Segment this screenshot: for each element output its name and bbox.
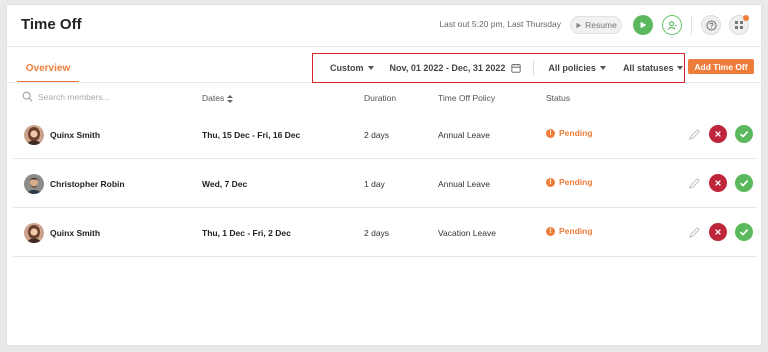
reject-button[interactable] [709,174,727,192]
statuses-label: All statuses [622,63,674,73]
status-badge: ! Pending [546,226,593,236]
status-badge: ! Pending [546,177,593,187]
time-off-policy: Vacation Leave [438,228,496,238]
date-range-label: Nov, 01 2022 - Dec, 31 2022 [389,63,506,73]
status-label: Pending [559,177,593,187]
avatar [24,125,44,145]
resume-label: Resume [585,20,617,30]
pencil-icon [688,226,700,238]
date-range-picker[interactable]: Nov, 01 2022 - Dec, 31 2022 [390,63,522,73]
chevron-down-icon [677,66,684,70]
page-title: Time Off [21,16,82,33]
time-off-dates: Thu, 1 Dec - Fri, 2 Dec [202,228,291,238]
pencil-icon [688,128,700,140]
search-icon [22,91,33,102]
chevron-down-icon [367,66,374,70]
avatar [24,174,44,194]
close-icon [715,229,721,235]
tab-overview[interactable]: Overview [17,63,79,83]
column-header-dates[interactable]: Dates [202,93,233,103]
reject-button[interactable] [709,125,727,143]
resume-button[interactable]: Resume [570,16,622,34]
member-search [22,91,158,102]
edit-button[interactable] [685,174,703,192]
time-off-policy: Annual Leave [438,179,490,189]
user-status-button[interactable] [662,15,682,35]
table-header: Dates Duration Time Off Policy Status [7,85,763,109]
sort-icon [226,94,233,103]
reject-button[interactable] [709,223,727,241]
add-time-off-button[interactable]: Add Time Off [688,59,754,74]
pencil-icon [688,177,700,189]
last-out-text: Last out 5:20 pm, Last Thursday [439,19,561,29]
time-off-policy: Annual Leave [438,130,490,140]
play-icon [640,21,647,29]
edit-button[interactable] [685,223,703,241]
alert-icon: ! [546,226,555,236]
calendar-icon [511,63,522,73]
apps-button[interactable] [729,15,749,35]
column-header-duration: Duration [364,93,397,103]
apps-icon [735,21,743,29]
close-icon [715,180,721,186]
notification-dot [743,15,749,21]
check-icon [739,229,749,236]
time-off-card: Time Off Last out 5:20 pm, Last Thursday… [6,4,763,346]
policies-label: All policies [548,63,596,73]
member-name: Christopher Robin [50,179,125,189]
dates-header-label: Dates [202,93,225,103]
member-name: Quinx Smith [50,228,101,238]
range-type-dropdown[interactable]: Custom [330,63,374,73]
filter-bar: Custom Nov, 01 2022 - Dec, 31 2022 All p… [312,53,685,83]
close-icon [715,131,721,137]
alert-icon: ! [546,177,555,187]
approve-button[interactable] [735,174,753,192]
time-off-dates: Thu, 15 Dec - Fri, 16 Dec [202,130,301,140]
approve-button[interactable] [735,125,753,143]
avatar [24,223,44,243]
page-header: Time Off Last out 5:20 pm, Last Thursday… [7,5,763,47]
time-off-dates: Wed, 7 Dec [202,179,248,189]
help-button[interactable] [701,15,721,35]
statuses-dropdown[interactable]: All statuses [623,63,684,73]
edit-button[interactable] [685,125,703,143]
filter-divider [533,61,535,75]
status-label: Pending [559,128,593,138]
status-label: Pending [559,226,593,236]
policies-dropdown[interactable]: All policies [548,63,606,73]
user-icon [667,20,677,30]
member-name: Quinx Smith [50,130,101,140]
start-timer-button[interactable] [633,15,653,35]
alert-icon: ! [546,128,555,138]
search-input[interactable] [38,91,158,102]
time-off-duration: 1 day [364,179,385,189]
play-small-icon [576,22,582,28]
table-row: Quinx Smith Thu, 15 Dec - Fri, 16 Dec 2 … [13,111,757,159]
check-icon [739,131,749,138]
column-header-policy: Time Off Policy [438,93,496,103]
range-type-label: Custom [330,63,364,73]
time-off-duration: 2 days [364,228,390,238]
header-divider [691,15,692,35]
check-icon [739,180,749,187]
table-row: Quinx Smith Thu, 1 Dec - Fri, 2 Dec 2 da… [13,209,757,257]
chevron-down-icon [599,66,606,70]
help-icon [705,19,717,31]
column-header-status: Status [546,93,571,103]
table-row: Christopher Robin Wed, 7 Dec 1 day Annua… [13,160,757,208]
approve-button[interactable] [735,223,753,241]
time-off-duration: 2 days [364,130,390,140]
status-badge: ! Pending [546,128,593,138]
